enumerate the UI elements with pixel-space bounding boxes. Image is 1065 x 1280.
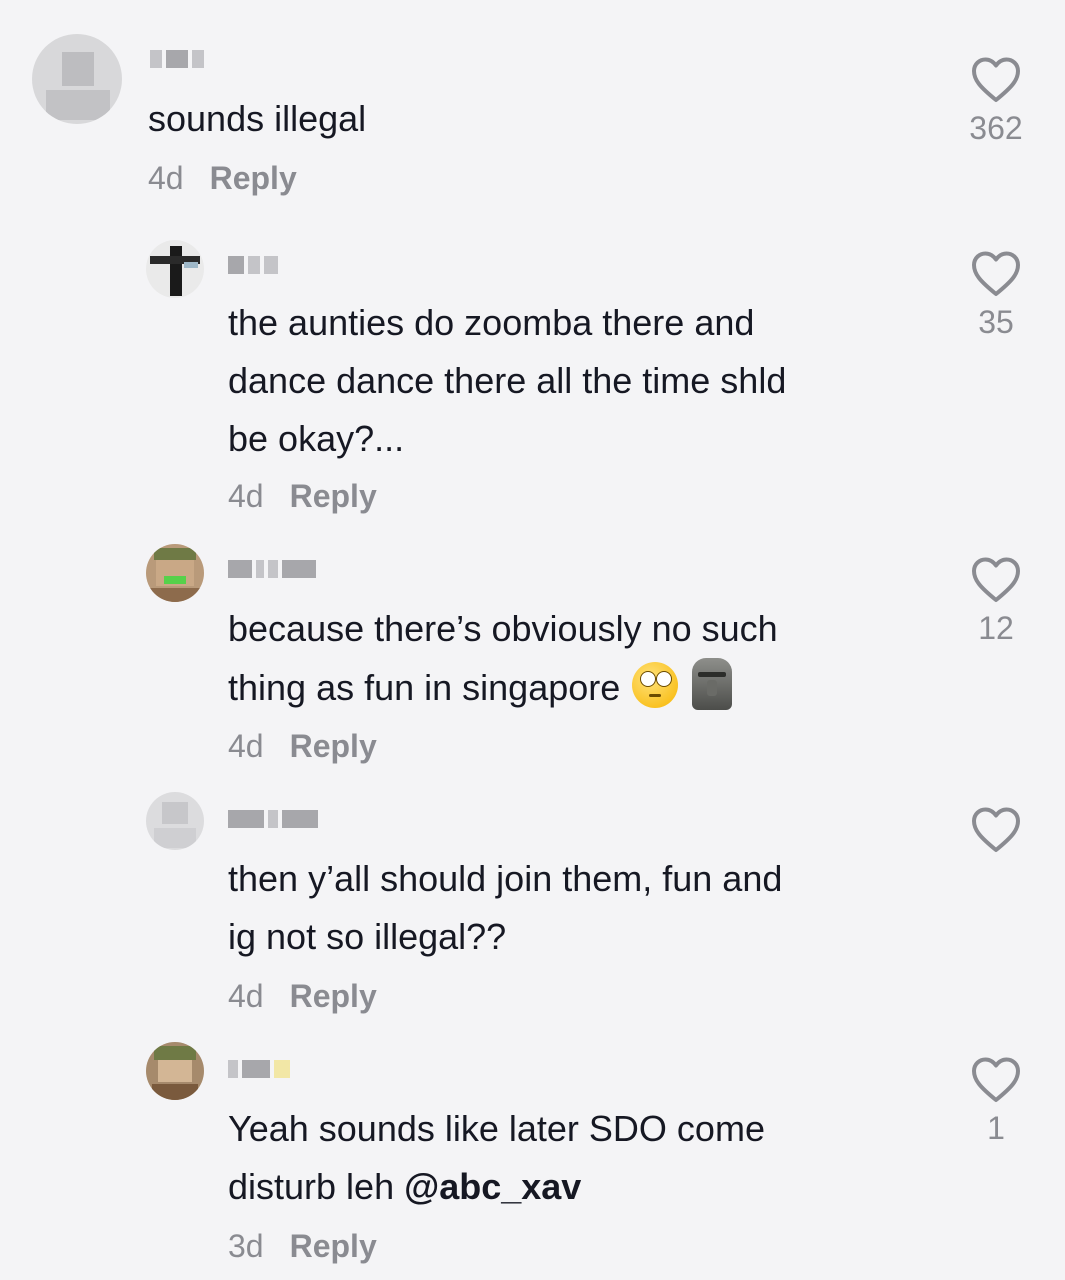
like-button[interactable]: 12 [956, 556, 1036, 647]
comment-text: then y’all should join them, fun and ig … [228, 858, 783, 957]
comment-age: 4d [228, 728, 264, 764]
like-count: 12 [978, 610, 1014, 646]
comment-age: 4d [228, 478, 264, 514]
like-count: 1 [987, 1110, 1005, 1146]
comment-meta: 4d Reply [228, 978, 377, 1015]
comment-username[interactable] [228, 558, 316, 580]
avatar[interactable] [146, 544, 204, 602]
comment-age: 4d [148, 160, 184, 196]
face-with-rolling-eyes-emoji [632, 662, 679, 708]
avatar[interactable] [146, 1042, 204, 1100]
user-mention-link[interactable]: @abc_xav [404, 1166, 581, 1207]
heart-outline-icon [972, 557, 1020, 602]
reply-button[interactable]: Reply [290, 478, 377, 515]
comment-age: 3d [228, 1228, 264, 1264]
like-count: 362 [969, 110, 1023, 146]
comment-text: the aunties do zoomba there and dance da… [228, 302, 787, 459]
avatar[interactable] [32, 34, 122, 124]
avatar[interactable] [146, 792, 204, 850]
like-button[interactable] [956, 806, 1036, 860]
reply-button[interactable]: Reply [290, 728, 377, 765]
comment-text: Yeah sounds like later SDO come disturb … [228, 1100, 928, 1216]
like-button[interactable]: 362 [956, 56, 1036, 147]
comment-age: 4d [228, 978, 264, 1014]
like-button[interactable]: 35 [956, 250, 1036, 341]
comment-username[interactable] [228, 254, 278, 276]
comment-meta: 4d Reply [148, 160, 297, 197]
comment-username[interactable] [228, 808, 318, 830]
heart-outline-icon [972, 1057, 1020, 1102]
like-count: 35 [978, 304, 1014, 340]
heart-outline-icon [972, 807, 1020, 852]
comment-meta: 4d Reply [228, 478, 377, 515]
comment-meta: 3d Reply [228, 1228, 377, 1265]
comment-text: because there’s obviously no such thing … [228, 600, 928, 717]
reply-button[interactable]: Reply [290, 978, 377, 1015]
comment-meta: 4d Reply [228, 728, 377, 765]
heart-outline-icon [972, 57, 1020, 102]
reply-button[interactable]: Reply [290, 1228, 377, 1265]
reply-button[interactable]: Reply [210, 160, 297, 197]
comment-text: sounds illegal [148, 98, 367, 139]
like-button[interactable]: 1 [956, 1056, 1036, 1147]
comment-username[interactable] [150, 48, 204, 70]
heart-outline-icon [972, 251, 1020, 296]
avatar[interactable] [146, 240, 204, 298]
moai-emoji [692, 658, 733, 710]
comment-username[interactable] [228, 1058, 290, 1080]
